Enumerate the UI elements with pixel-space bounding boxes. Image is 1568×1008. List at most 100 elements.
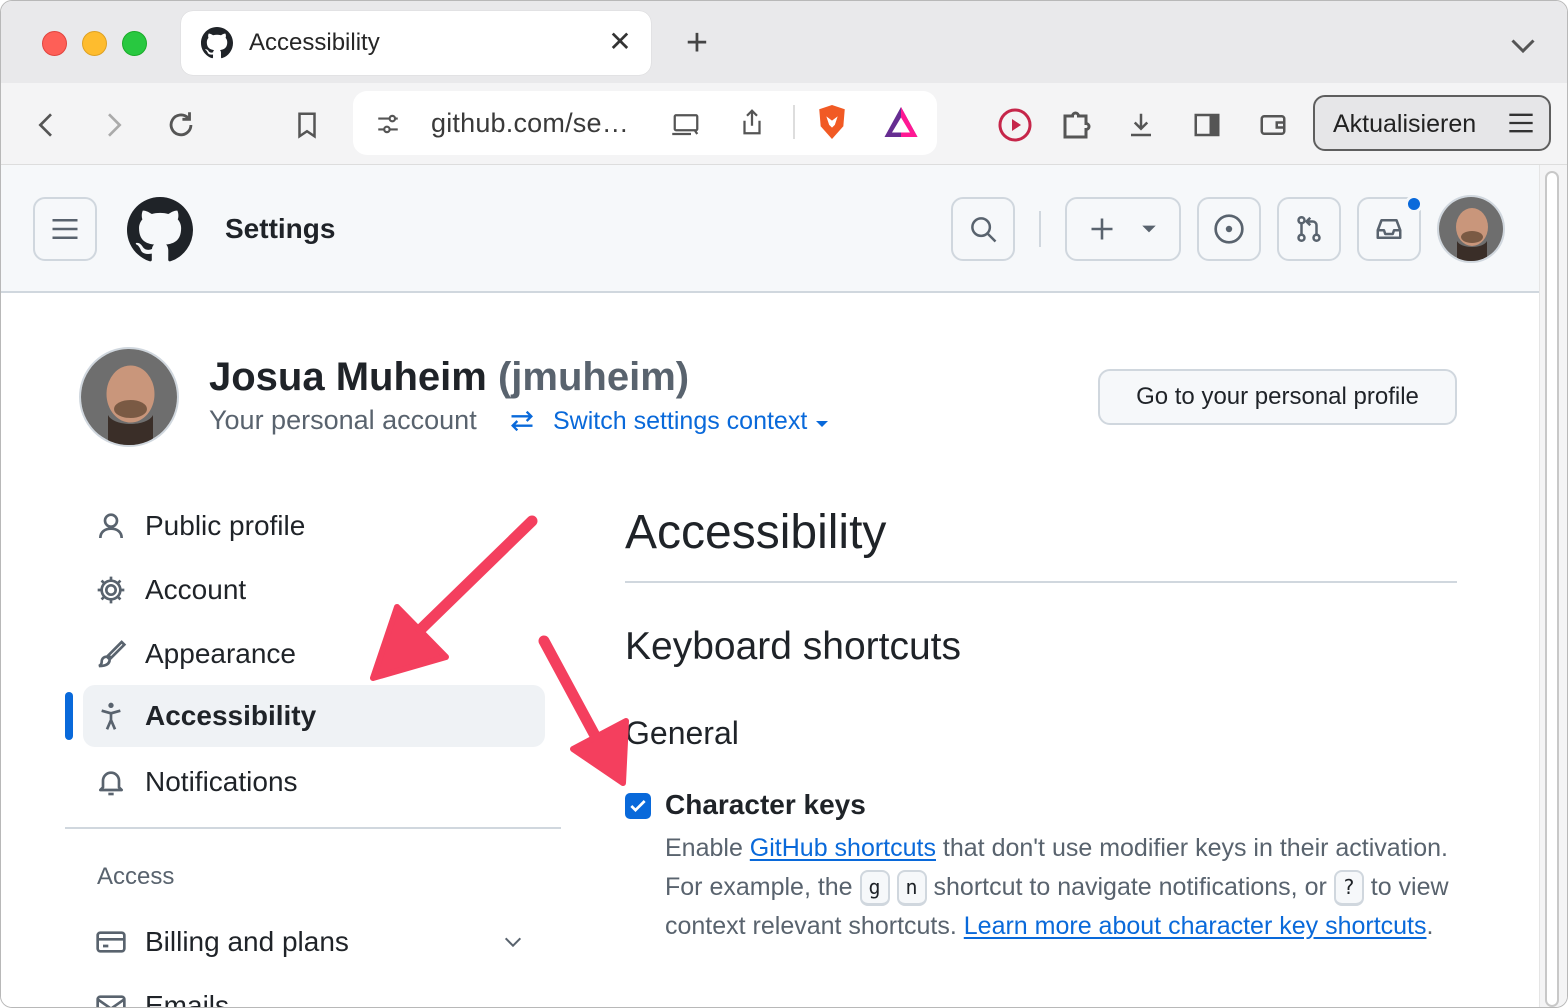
desc-text: shortcut to navigate notifications, or bbox=[926, 873, 1334, 901]
character-keys-checkbox[interactable] bbox=[625, 793, 651, 819]
chevron-down-icon[interactable] bbox=[501, 931, 525, 953]
bookmark-button[interactable] bbox=[287, 105, 327, 145]
page-content: Settings Josua Muheim (jmuheim) Your per… bbox=[1, 165, 1539, 1007]
chevron-down-icon[interactable] bbox=[1505, 27, 1541, 63]
sidebar-toggle-button[interactable] bbox=[1187, 105, 1227, 145]
kbd-g: g bbox=[859, 870, 890, 907]
close-window-button[interactable] bbox=[42, 31, 67, 56]
arrow-switch-icon bbox=[511, 410, 533, 432]
bell-icon bbox=[99, 771, 123, 796]
tab-title: Accessibility bbox=[249, 29, 380, 56]
media-button[interactable] bbox=[995, 105, 1035, 145]
bookmark-icon bbox=[298, 112, 316, 139]
downloads-button[interactable] bbox=[1121, 105, 1161, 145]
gear-icon bbox=[97, 576, 125, 604]
address-divider bbox=[793, 105, 795, 139]
profile-subtitle: Your personal account bbox=[209, 405, 477, 435]
close-tab-icon[interactable]: ✕ bbox=[603, 25, 637, 59]
kbd-question: ? bbox=[1333, 870, 1364, 907]
kbd-n: n bbox=[896, 870, 927, 907]
sidebar-item-notifications[interactable]: Notifications bbox=[83, 751, 545, 813]
switch-settings-context-link[interactable]: Switch settings context bbox=[553, 407, 830, 436]
download-icon bbox=[1131, 113, 1151, 137]
reload-button[interactable] bbox=[161, 105, 201, 145]
profile-avatar-image bbox=[81, 349, 177, 445]
github-favicon-icon bbox=[201, 27, 233, 59]
brave-shields-icon[interactable] bbox=[815, 103, 849, 141]
wallet-icon bbox=[1260, 115, 1286, 135]
back-button[interactable] bbox=[27, 105, 67, 145]
sidebar-item-emails[interactable]: Emails bbox=[83, 975, 545, 1007]
avatar[interactable] bbox=[1437, 195, 1505, 263]
hamburger-menu-icon bbox=[52, 219, 78, 239]
site-settings-icon[interactable] bbox=[373, 111, 403, 137]
search-button[interactable] bbox=[951, 197, 1015, 261]
issues-button[interactable] bbox=[1197, 197, 1261, 261]
triangle-down-icon bbox=[816, 421, 829, 427]
profile-fullname: Josua Muheim bbox=[209, 355, 487, 399]
sidebar-section-heading: Access bbox=[97, 863, 175, 890]
play-circle-icon bbox=[998, 108, 1032, 142]
accessibility-icon bbox=[101, 702, 121, 730]
git-pull-request-icon bbox=[1297, 215, 1321, 243]
section-heading: Keyboard shortcuts bbox=[625, 625, 962, 668]
chevron-right-icon bbox=[108, 113, 122, 137]
puzzle-icon bbox=[1063, 111, 1091, 139]
sidebar-item-appearance[interactable]: Appearance bbox=[83, 623, 545, 685]
sidebar-item-label: Accessibility bbox=[145, 700, 317, 731]
github-shortcuts-link[interactable]: GitHub shortcuts bbox=[750, 834, 936, 862]
github-logo-icon[interactable] bbox=[127, 197, 193, 263]
hamburger-menu-icon bbox=[1509, 113, 1533, 133]
search-icon bbox=[971, 217, 997, 243]
credit-card-icon bbox=[96, 931, 126, 953]
open-global-nav-button[interactable] bbox=[33, 197, 97, 261]
checkmark-icon bbox=[630, 800, 646, 813]
profile-name: Josua Muheim (jmuheim) bbox=[209, 355, 689, 400]
character-keys-label[interactable]: Character keys bbox=[665, 789, 866, 821]
extensions-button[interactable] bbox=[1057, 105, 1097, 145]
desc-text: Enable bbox=[665, 834, 750, 862]
active-indicator bbox=[65, 692, 73, 740]
profile-login: (jmuheim) bbox=[497, 355, 690, 399]
zoom-window-button[interactable] bbox=[122, 31, 147, 56]
paintbrush-icon bbox=[98, 640, 127, 668]
plus-icon bbox=[1091, 218, 1113, 240]
scrollbar-thumb[interactable] bbox=[1545, 171, 1559, 1007]
pull-requests-button[interactable] bbox=[1277, 197, 1341, 261]
subsection-heading: General bbox=[625, 715, 739, 751]
cast-icon[interactable] bbox=[669, 109, 703, 139]
tab-accessibility[interactable]: Accessibility ✕ bbox=[181, 11, 651, 75]
address-bar[interactable]: github.com/se… bbox=[353, 91, 937, 155]
chevron-left-icon bbox=[38, 113, 52, 137]
person-icon bbox=[99, 513, 123, 539]
avatar-image bbox=[1439, 197, 1503, 261]
forward-button[interactable] bbox=[93, 105, 133, 145]
sidebar-item-billing[interactable]: Billing and plans bbox=[83, 911, 545, 973]
page-title: Settings bbox=[225, 213, 336, 244]
go-to-personal-profile-button[interactable]: Go to your personal profile bbox=[1098, 369, 1457, 425]
sidebar-item-account[interactable]: Account bbox=[83, 559, 545, 621]
learn-more-character-keys-link[interactable]: Learn more about character key shortcuts bbox=[964, 912, 1427, 940]
wallet-button[interactable] bbox=[1253, 105, 1293, 145]
profile-avatar bbox=[79, 347, 179, 447]
new-tab-button[interactable]: + bbox=[677, 23, 717, 63]
github-header: Settings bbox=[1, 165, 1539, 293]
share-icon[interactable] bbox=[737, 105, 767, 139]
reload-icon bbox=[169, 112, 193, 137]
triangle-down-icon bbox=[1142, 225, 1156, 233]
notification-indicator bbox=[1405, 195, 1423, 213]
update-button[interactable]: Aktualisieren bbox=[1313, 95, 1551, 151]
update-button-label: Aktualisieren bbox=[1333, 110, 1477, 138]
heading-divider bbox=[625, 581, 1457, 583]
settings-page-heading: Accessibility bbox=[625, 506, 887, 559]
issue-opened-icon bbox=[1214, 214, 1244, 244]
tab-bar: Accessibility ✕ + bbox=[1, 1, 1567, 83]
mail-icon bbox=[96, 995, 126, 1007]
create-new-button[interactable] bbox=[1065, 197, 1181, 261]
sidebar-item-label: Notifications bbox=[145, 766, 298, 797]
minimize-window-button[interactable] bbox=[82, 31, 107, 56]
sidebar-item-accessibility[interactable]: Accessibility bbox=[83, 685, 545, 747]
sidebar-item-label: Appearance bbox=[145, 638, 297, 669]
brave-rewards-icon[interactable] bbox=[883, 105, 919, 139]
sidebar-item-public-profile[interactable]: Public profile bbox=[83, 495, 545, 557]
